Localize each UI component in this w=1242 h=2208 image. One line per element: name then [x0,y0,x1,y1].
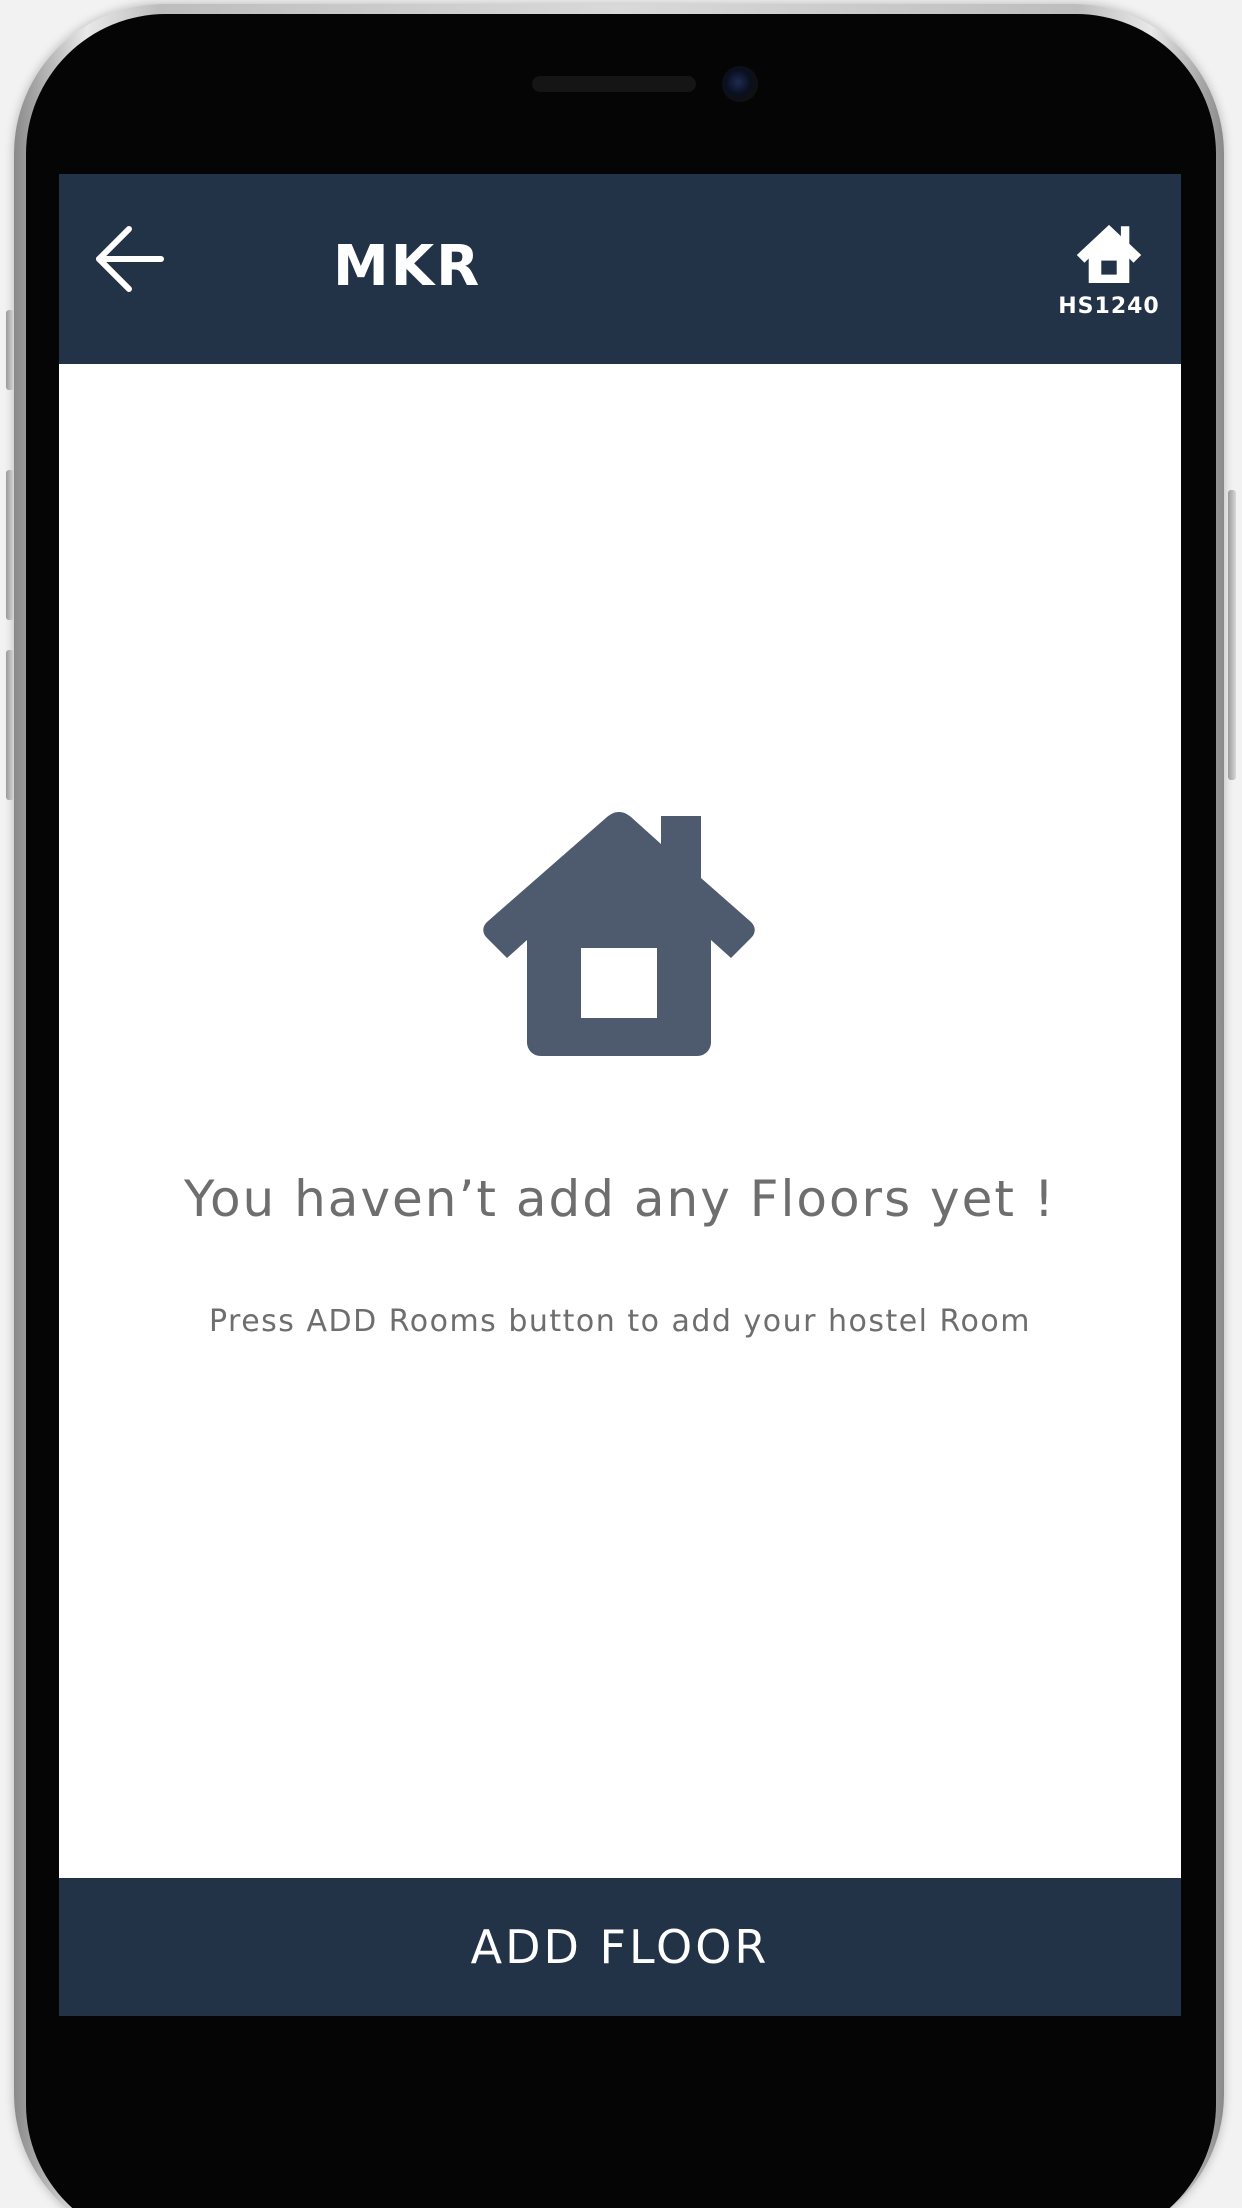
hostel-button[interactable]: HS1240 [1049,222,1169,332]
hostel-code: HS1240 [1058,294,1160,319]
phone-side-button [1228,490,1236,780]
phone-side-button [6,310,14,390]
device-mockup: MKR HS1240 You haven’t add any Floors ye… [0,0,1242,2208]
phone-speaker [532,76,696,92]
empty-state-subtitle: Press ADD Rooms button to add your hoste… [208,1304,1031,1339]
page-title: MKR [333,234,482,299]
home-icon [1076,224,1142,283]
arrow-left-icon [96,226,164,292]
add-floor-button[interactable]: ADD FLOOR [59,1878,1181,2016]
app-bar: MKR HS1240 [59,174,1181,364]
empty-state-title: You haven’t add any Floors yet ! [184,1170,1056,1228]
phone-side-button [6,650,14,800]
empty-state-icon [479,806,759,1060]
home-icon [483,812,755,1056]
back-button[interactable] [89,219,169,299]
phone-side-button [6,470,14,620]
phone-bottom-bezel [59,2016,1181,2050]
app-screen: MKR HS1240 You haven’t add any Floors ye… [59,174,1181,2050]
phone-camera [722,66,758,102]
